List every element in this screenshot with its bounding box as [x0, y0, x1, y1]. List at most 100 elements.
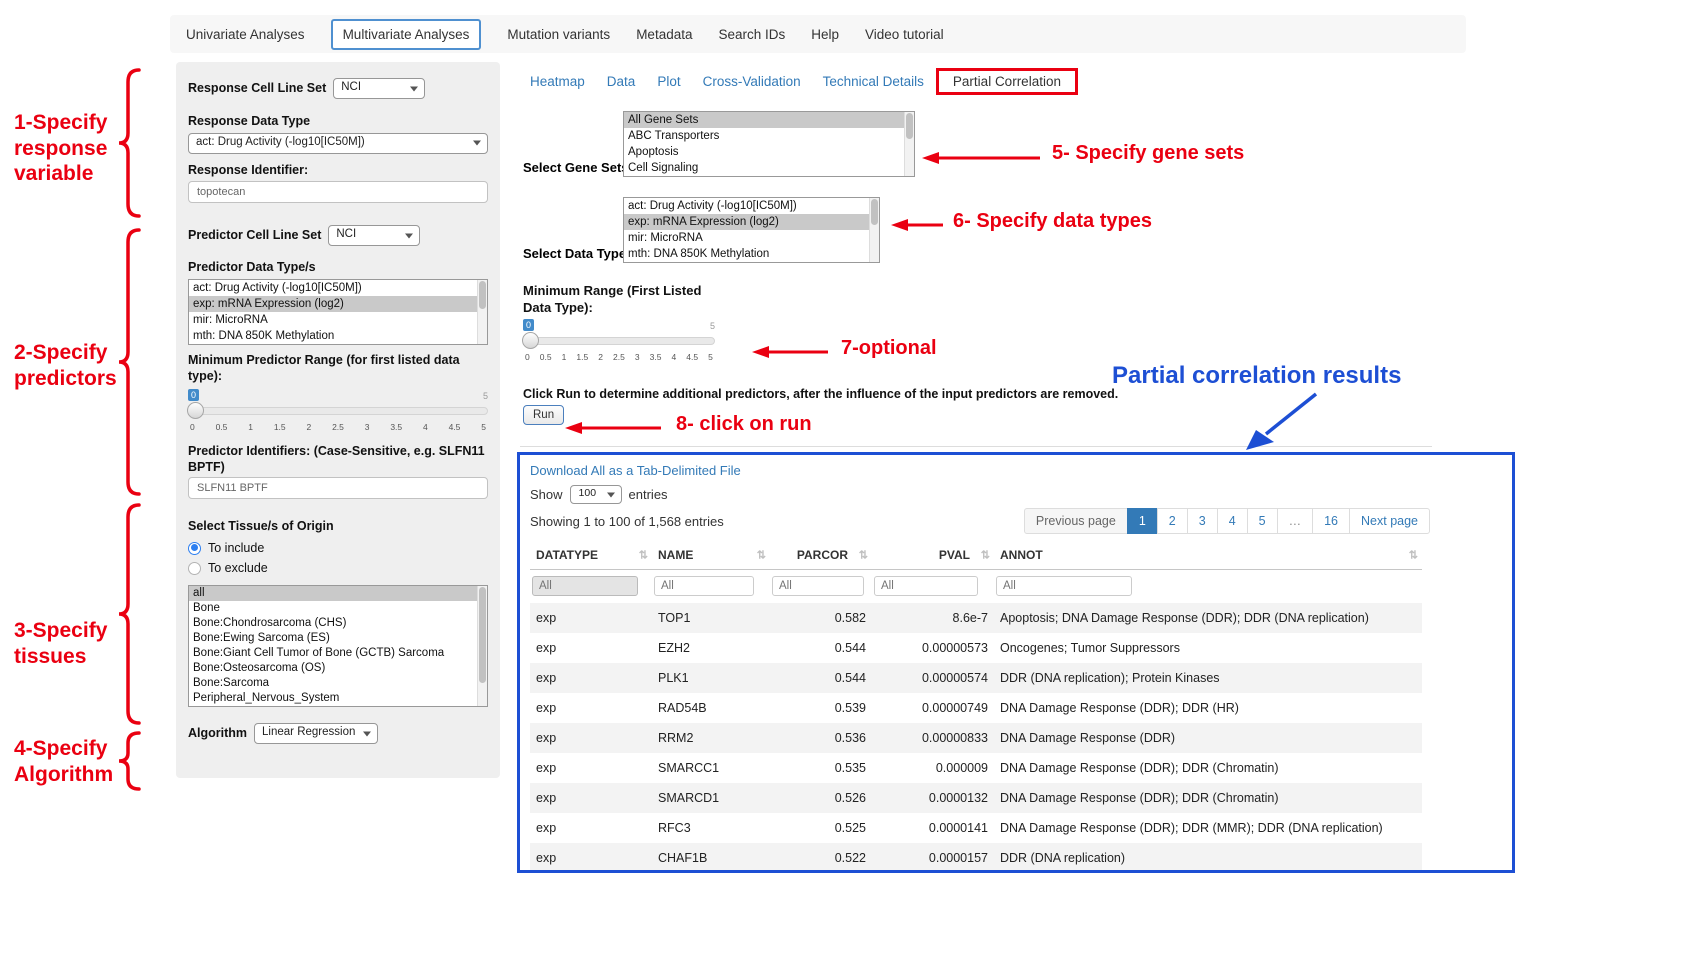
- scrollbar-thumb[interactable]: [871, 199, 878, 225]
- scrollbar-thumb[interactable]: [906, 113, 913, 139]
- tab-partial-correlation[interactable]: Partial Correlation: [943, 69, 1071, 94]
- cell-datatype: exp: [530, 693, 652, 723]
- response-cell-line-set-select[interactable]: NCI: [333, 78, 425, 99]
- next-page-button[interactable]: Next page: [1349, 508, 1430, 534]
- listbox-option[interactable]: Bone: [189, 601, 487, 616]
- exclude-radio[interactable]: [188, 562, 201, 575]
- listbox-option[interactable]: Cell Signaling: [624, 160, 914, 176]
- tissue-listbox: all Bone Bone:Chondrosarcoma (CHS) Bone:…: [188, 585, 488, 707]
- tissue-origin-label: Select Tissue/s of Origin: [188, 519, 488, 535]
- cell-datatype: exp: [530, 813, 652, 843]
- slider-track[interactable]: [523, 337, 715, 345]
- select-value: 100: [579, 487, 597, 499]
- sort-icon[interactable]: ⇅: [859, 549, 868, 562]
- page-button-3[interactable]: 3: [1187, 508, 1218, 534]
- listbox-option[interactable]: ABC Transporters: [624, 128, 914, 144]
- nav-metadata[interactable]: Metadata: [636, 27, 692, 42]
- algorithm-select[interactable]: Linear Regression: [254, 723, 378, 744]
- filter-parcor-input[interactable]: [772, 576, 864, 596]
- listbox-option[interactable]: Bone:Ewing Sarcoma (ES): [189, 631, 487, 646]
- tick-label: 1: [248, 422, 253, 432]
- listbox-option-selected[interactable]: exp: mRNA Expression (log2): [624, 214, 879, 230]
- sort-icon[interactable]: ⇅: [981, 549, 990, 562]
- nav-mutation-variants[interactable]: Mutation variants: [507, 27, 610, 42]
- scrollbar-thumb[interactable]: [479, 281, 486, 309]
- column-header-parcor[interactable]: PARCOR⇅: [770, 541, 872, 570]
- scrollbar[interactable]: [477, 280, 487, 344]
- tick-label: 2.5: [332, 422, 344, 432]
- previous-page-button[interactable]: Previous page: [1024, 508, 1128, 534]
- filter-datatype-input[interactable]: [532, 576, 638, 596]
- column-label: DATATYPE: [536, 548, 598, 562]
- listbox-option-selected[interactable]: all: [189, 586, 487, 601]
- listbox-option[interactable]: act: Drug Activity (-log10[IC50M]): [624, 198, 879, 214]
- filter-pval-input[interactable]: [874, 576, 978, 596]
- slider-track[interactable]: [188, 407, 488, 415]
- nav-multivariate-analyses[interactable]: Multivariate Analyses: [331, 19, 482, 50]
- tick-label: 3.5: [650, 352, 662, 362]
- page-button-5[interactable]: 5: [1247, 508, 1278, 534]
- response-identifier-input[interactable]: [188, 181, 488, 203]
- listbox-option[interactable]: Bone:Sarcoma: [189, 676, 487, 691]
- nav-video-tutorial[interactable]: Video tutorial: [865, 27, 944, 42]
- nav-univariate-analyses[interactable]: Univariate Analyses: [186, 27, 305, 42]
- listbox-option-selected[interactable]: All Gene Sets: [624, 112, 914, 128]
- page-button-4[interactable]: 4: [1217, 508, 1248, 534]
- scrollbar-thumb[interactable]: [479, 587, 486, 683]
- tab-plot[interactable]: Plot: [647, 69, 690, 94]
- tab-technical-details[interactable]: Technical Details: [813, 69, 934, 94]
- cell-pval: 0.000009: [872, 753, 994, 783]
- listbox-option[interactable]: Bone:Osteosarcoma (OS): [189, 661, 487, 676]
- response-data-type-select[interactable]: act: Drug Activity (-log10[IC50M]): [188, 133, 488, 154]
- download-link[interactable]: Download All as a Tab-Delimited File: [530, 463, 741, 478]
- listbox-option[interactable]: Apoptosis: [624, 144, 914, 160]
- table-row: exp RRM2 0.536 0.00000833 DNA Damage Res…: [530, 723, 1422, 753]
- column-header-pval[interactable]: PVAL⇅: [872, 541, 994, 570]
- sort-icon[interactable]: ⇅: [757, 549, 766, 562]
- predictor-identifiers-input[interactable]: [188, 477, 488, 499]
- scrollbar[interactable]: [904, 112, 914, 176]
- page-button-2[interactable]: 2: [1157, 508, 1188, 534]
- tab-heatmap[interactable]: Heatmap: [520, 69, 595, 94]
- listbox-option[interactable]: mir: MicroRNA: [624, 230, 879, 246]
- sort-icon[interactable]: ⇅: [639, 549, 648, 562]
- listbox-option-selected[interactable]: exp: mRNA Expression (log2): [189, 296, 487, 312]
- column-header-datatype[interactable]: DATATYPE ⇅: [530, 541, 652, 570]
- tick-label: 0: [525, 352, 530, 362]
- scrollbar[interactable]: [869, 198, 879, 262]
- page-button-1[interactable]: 1: [1127, 508, 1158, 534]
- filter-name-input[interactable]: [654, 576, 754, 596]
- nav-search-ids[interactable]: Search IDs: [718, 27, 785, 42]
- filter-annot-input[interactable]: [996, 576, 1132, 596]
- include-radio[interactable]: [188, 542, 201, 555]
- listbox-option[interactable]: Bone:Giant Cell Tumor of Bone (GCTB) Sar…: [189, 646, 487, 661]
- tick-label: 0.5: [216, 422, 228, 432]
- column-header-annot[interactable]: ANNOT⇅: [994, 541, 1422, 570]
- slider-max-label: 5: [483, 391, 488, 401]
- cell-parcor: 0.526: [770, 783, 872, 813]
- tick-label: 3: [365, 422, 370, 432]
- listbox-option[interactable]: Bone:Chondrosarcoma (CHS): [189, 616, 487, 631]
- cell-parcor: 0.522: [770, 843, 872, 873]
- scrollbar[interactable]: [477, 586, 487, 706]
- column-header-name[interactable]: NAME⇅: [652, 541, 770, 570]
- table-row: exp PLK1 0.544 0.00000574 DDR (DNA repli…: [530, 663, 1422, 693]
- sort-icon[interactable]: ⇅: [1409, 549, 1418, 562]
- predictor-cell-line-set-select[interactable]: NCI: [328, 225, 420, 246]
- slider-handle[interactable]: [187, 402, 204, 419]
- cell-annot: DDR (DNA replication); Protein Kinases: [994, 663, 1422, 693]
- listbox-option[interactable]: Peripheral_Nervous_System: [189, 691, 487, 706]
- slider-handle[interactable]: [522, 332, 539, 349]
- tab-data[interactable]: Data: [597, 69, 646, 94]
- tab-cross-validation[interactable]: Cross-Validation: [693, 69, 811, 94]
- run-button[interactable]: Run: [523, 405, 564, 425]
- entries-count-select[interactable]: 100: [570, 485, 622, 504]
- annotation-arrow-8: [565, 420, 663, 436]
- listbox-option[interactable]: mir: MicroRNA: [189, 312, 487, 328]
- listbox-option[interactable]: mth: DNA 850K Methylation: [189, 328, 487, 344]
- page-button-16[interactable]: 16: [1312, 508, 1350, 534]
- listbox-option[interactable]: mth: DNA 850K Methylation: [624, 246, 879, 262]
- nav-help[interactable]: Help: [811, 27, 839, 42]
- listbox-option[interactable]: act: Drug Activity (-log10[IC50M]): [189, 280, 487, 296]
- cell-pval: 0.0000157: [872, 843, 994, 873]
